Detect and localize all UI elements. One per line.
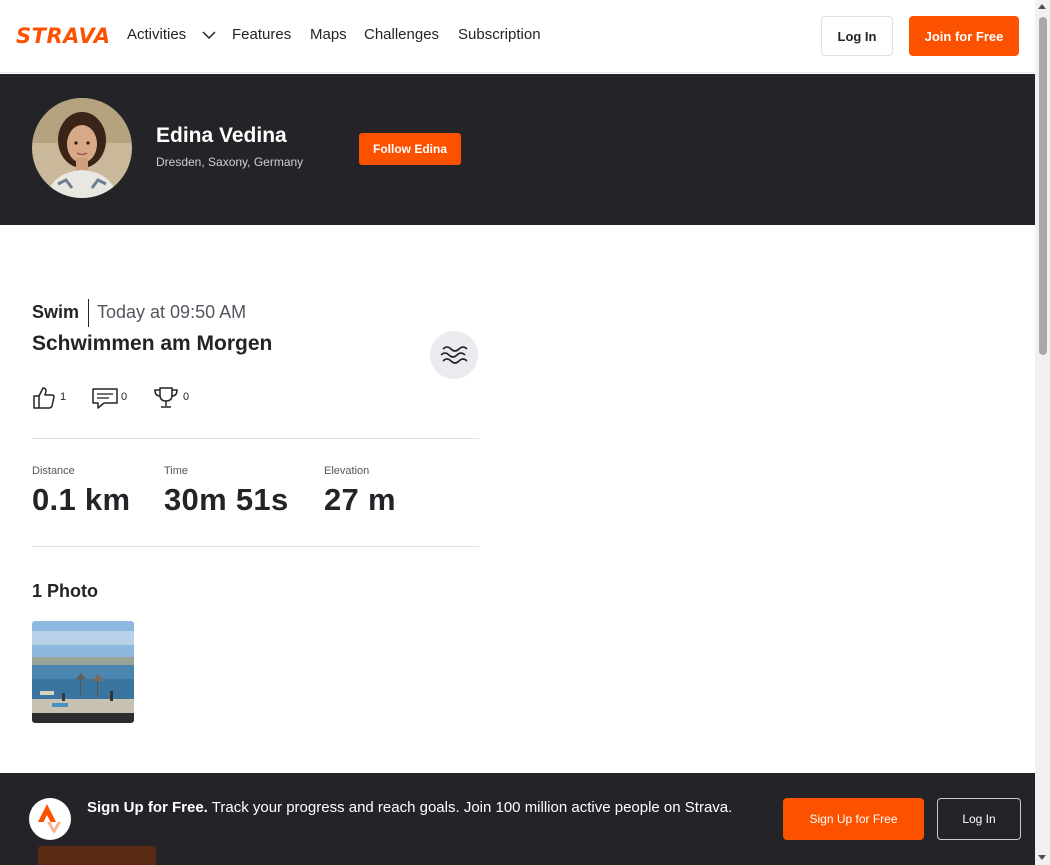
distance-value: 0.1 km — [32, 482, 131, 517]
scrollbar-thumb[interactable] — [1039, 17, 1047, 355]
strava-logo-icon — [29, 798, 71, 840]
scrollbar[interactable] — [1035, 0, 1050, 865]
athlete-name[interactable]: Edina Vedina — [156, 124, 287, 148]
scroll-down-arrow-icon[interactable] — [1038, 855, 1046, 860]
follow-button[interactable]: Follow Edina — [359, 133, 461, 165]
athlete-location: Dresden, Saxony, Germany — [156, 155, 304, 169]
comment-icon[interactable] — [92, 386, 118, 410]
time-label: Time — [164, 465, 189, 477]
time-value: 30m 51s — [164, 482, 289, 517]
nav-maps[interactable]: Maps — [310, 26, 347, 43]
signup-banner: Sign Up for Free. Track your progress an… — [0, 773, 1035, 865]
nav-challenges[interactable]: Challenges — [364, 26, 439, 43]
achievement-count[interactable]: 0 — [183, 391, 189, 403]
photo-thumbnail[interactable] — [32, 621, 134, 723]
elevation-label: Elevation — [324, 465, 370, 477]
activity-title: Schwimmen am Morgen — [32, 332, 273, 355]
nav-activities[interactable]: Activities — [127, 26, 186, 43]
partial-button-stub — [38, 846, 156, 865]
banner-login-button[interactable]: Log In — [937, 798, 1021, 840]
join-button[interactable]: Join for Free — [909, 16, 1019, 56]
nav-subscription[interactable]: Subscription — [458, 26, 541, 43]
activity-type: Swim — [32, 302, 80, 322]
signup-button[interactable]: Sign Up for Free — [783, 798, 924, 840]
elevation-value: 27 m — [324, 482, 396, 517]
strava-logo[interactable]: STRAVA — [16, 24, 111, 48]
chevron-down-icon[interactable] — [202, 29, 216, 41]
comment-count[interactable]: 0 — [121, 391, 127, 403]
athlete-header: Edina Vedina Dresden, Saxony, Germany Fo… — [0, 74, 1035, 225]
distance-label: Distance — [32, 465, 75, 477]
signup-description: Track your progress and reach goals. Joi… — [211, 799, 733, 816]
activity-date: Today at 09:50 AM — [97, 302, 247, 322]
kudos-thumbs-up-icon[interactable] — [32, 386, 56, 410]
divider — [32, 546, 479, 547]
divider — [32, 438, 479, 439]
scroll-up-arrow-icon[interactable] — [1038, 4, 1046, 9]
signup-headline: Sign Up for Free. — [87, 799, 208, 816]
trophy-icon[interactable] — [153, 386, 179, 410]
signup-banner-text: Sign Up for Free. Track your progress an… — [87, 797, 757, 819]
avatar[interactable] — [32, 98, 132, 198]
login-button[interactable]: Log In — [821, 16, 893, 56]
divider — [88, 299, 89, 327]
kudos-count[interactable]: 1 — [60, 391, 66, 403]
nav-features[interactable]: Features — [232, 26, 291, 43]
swim-waves-icon — [430, 331, 478, 379]
photos-title: 1 Photo — [32, 581, 98, 601]
top-navbar: STRAVA Activities Features Maps Challeng… — [0, 0, 1035, 73]
